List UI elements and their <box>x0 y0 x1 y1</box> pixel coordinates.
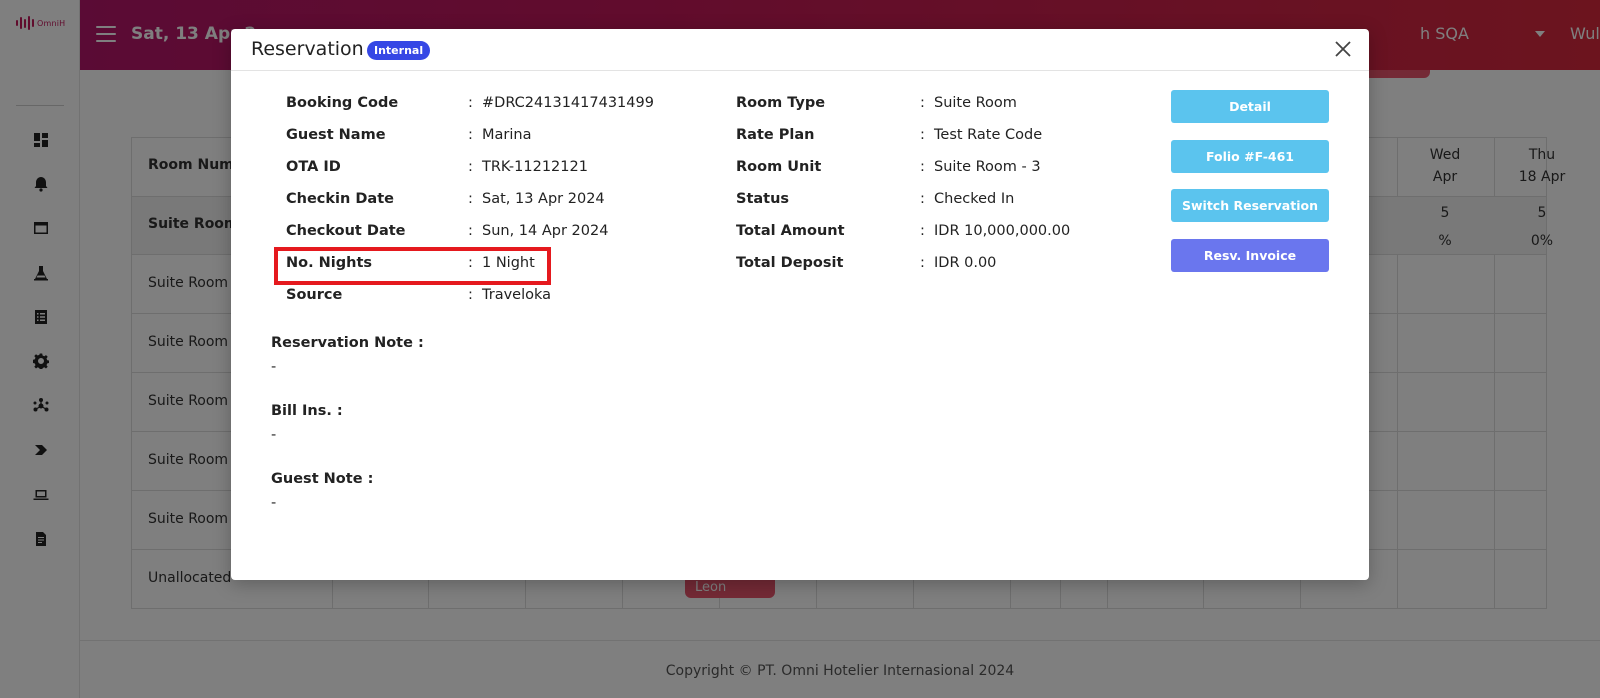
checkout-date-value: Sun, 14 Apr 2024 <box>482 223 609 239</box>
rate-plan-value: Test Rate Code <box>934 127 1043 143</box>
status-value: Checked In <box>934 191 1015 207</box>
total-amount-label: Total Amount <box>736 223 845 239</box>
close-button[interactable] <box>1333 39 1353 59</box>
rate-plan-label: Rate Plan <box>736 127 815 143</box>
total-deposit-label: Total Deposit <box>736 255 844 271</box>
guest-note-value: - <box>271 495 277 511</box>
booking-code-label: Booking Code <box>286 95 399 111</box>
detail-button[interactable]: Detail <box>1171 90 1329 123</box>
source-label: Source <box>286 287 343 303</box>
checkin-date-value: Sat, 13 Apr 2024 <box>482 191 605 207</box>
room-type-label: Room Type <box>736 95 826 111</box>
guest-name-label: Guest Name <box>286 127 386 143</box>
reservation-note-label: Reservation Note : <box>271 335 424 351</box>
bill-ins-label: Bill Ins. : <box>271 403 343 419</box>
room-unit-label: Room Unit <box>736 159 822 175</box>
no-nights-label: No. Nights <box>286 255 373 271</box>
total-amount-value: IDR 10,000,000.00 <box>934 223 1071 239</box>
no-nights-value: 1 Night <box>482 255 535 271</box>
ota-id-value: TRK-11212121 <box>482 159 588 175</box>
status-label: Status <box>736 191 790 207</box>
source-value: Traveloka <box>482 287 552 303</box>
guest-name-value: Marina <box>482 127 532 143</box>
booking-code-value: #DRC24131417431499 <box>482 95 654 111</box>
close-icon <box>1335 41 1351 57</box>
room-unit-value: Suite Room - 3 <box>934 159 1041 175</box>
guest-note-label: Guest Note : <box>271 471 374 487</box>
internal-badge: Internal <box>367 41 431 60</box>
checkin-date-label: Checkin Date <box>286 191 394 207</box>
bill-ins-value: - <box>271 427 277 443</box>
folio-button[interactable]: Folio #F-461 <box>1171 140 1329 173</box>
room-type-value: Suite Room <box>934 95 1017 111</box>
total-deposit-value: IDR 0.00 <box>934 255 997 271</box>
ota-id-label: OTA ID <box>286 159 341 175</box>
reservation-note-value: - <box>271 359 277 375</box>
switch-reservation-button[interactable]: Switch Reservation <box>1171 189 1329 222</box>
resv-invoice-button[interactable]: Resv. Invoice <box>1171 239 1329 272</box>
reservation-modal: Reservation Internal Booking Code : #DRC… <box>231 29 1369 580</box>
modal-header: Reservation Internal <box>231 29 1369 71</box>
checkout-date-label: Checkout Date <box>286 223 406 239</box>
modal-title: Reservation <box>251 38 364 60</box>
